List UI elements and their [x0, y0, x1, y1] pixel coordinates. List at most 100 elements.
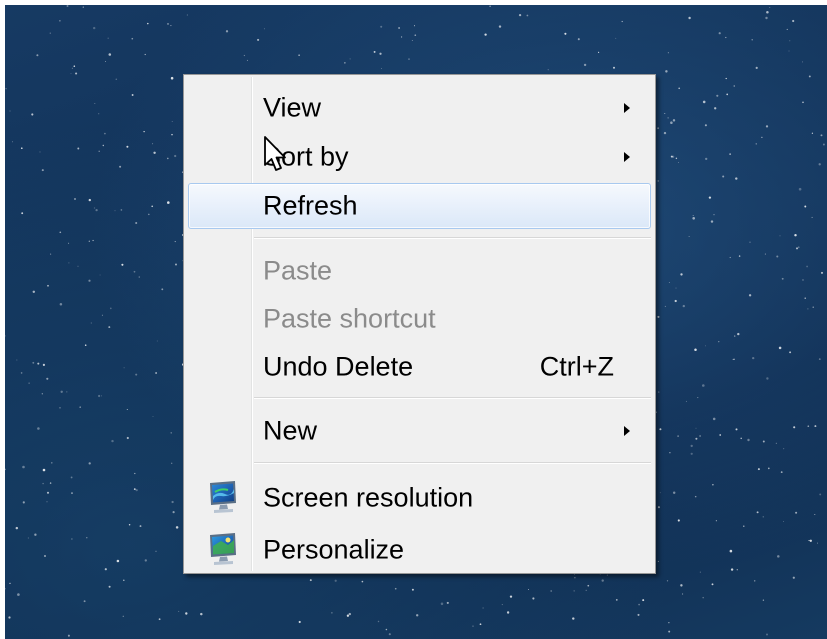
- star-dot: [668, 282, 670, 284]
- star-dot: [712, 484, 714, 486]
- star-dot: [657, 180, 659, 182]
- star-dot: [748, 294, 752, 297]
- menu-item-personalize[interactable]: Personalize: [188, 527, 651, 573]
- star-dot: [702, 596, 704, 599]
- star-dot: [167, 201, 170, 204]
- star-dot: [518, 13, 522, 17]
- star-dot: [718, 341, 720, 343]
- star-dot: [574, 577, 576, 579]
- star-dot: [155, 550, 157, 552]
- star-dot: [5, 335, 6, 337]
- menu-item-screen-resolution[interactable]: Screen resolution: [188, 475, 651, 521]
- star-dot: [101, 314, 103, 316]
- star-dot: [46, 491, 50, 494]
- star-dot: [797, 246, 800, 249]
- star-dot: [547, 69, 549, 71]
- star-dot: [682, 593, 684, 595]
- submenu-arrow-icon: [624, 103, 630, 113]
- star-dot: [615, 37, 617, 39]
- star-dot: [722, 175, 725, 178]
- star-dot: [775, 442, 777, 444]
- star-dot: [446, 601, 449, 604]
- star-dot: [66, 391, 68, 393]
- menu-item-label: Sort by: [263, 141, 349, 172]
- star-dot: [171, 500, 174, 504]
- star-dot: [408, 58, 410, 60]
- star-dot: [808, 75, 811, 78]
- star-dot: [779, 235, 781, 237]
- star-dot: [795, 511, 798, 514]
- star-dot: [526, 14, 529, 17]
- star-dot: [705, 157, 708, 161]
- star-dot: [401, 36, 403, 38]
- star-dot: [139, 525, 142, 528]
- star-dot: [678, 87, 681, 90]
- star-dot: [385, 628, 388, 631]
- star-dot: [41, 169, 44, 172]
- desktop-background[interactable]: View Sort by Refresh Paste Paste shortcu…: [5, 5, 827, 639]
- star-dot: [755, 66, 758, 69]
- star-dot: [20, 147, 23, 150]
- star-dot: [638, 603, 640, 606]
- star-dot: [93, 26, 96, 30]
- star-dot: [263, 28, 265, 30]
- star-dot: [752, 356, 755, 360]
- star-dot: [170, 25, 172, 27]
- menu-item-paste[interactable]: Paste: [188, 248, 651, 294]
- star-dot: [411, 40, 413, 41]
- star-dot: [670, 155, 673, 158]
- star-dot: [105, 61, 106, 62]
- star-dot: [719, 434, 722, 436]
- star-dot: [68, 242, 70, 244]
- star-dot: [186, 14, 188, 16]
- star-dot: [820, 134, 823, 137]
- menu-item-new[interactable]: New: [188, 408, 651, 454]
- menu-item-paste-shortcut[interactable]: Paste shortcut: [188, 296, 651, 342]
- keyboard-shortcut-label: Ctrl+Z: [539, 351, 614, 382]
- star-dot: [694, 348, 697, 352]
- star-dot: [31, 113, 34, 116]
- star-dot: [344, 62, 346, 64]
- personalize-icon: [210, 533, 236, 565]
- star-dot: [126, 436, 129, 440]
- star-dot: [17, 593, 20, 596]
- star-dot: [175, 526, 179, 529]
- star-dot: [104, 132, 106, 135]
- submenu-arrow-icon: [624, 152, 630, 162]
- star-dot: [131, 37, 134, 40]
- star-dot: [736, 569, 738, 571]
- star-dot: [747, 438, 750, 442]
- star-dot: [170, 76, 174, 80]
- star-dot: [82, 6, 84, 8]
- star-dot: [695, 427, 697, 429]
- star-dot: [694, 495, 697, 498]
- star-dot: [49, 482, 52, 484]
- star-dot: [95, 208, 98, 212]
- star-dot: [762, 516, 764, 518]
- star-dot: [573, 590, 575, 592]
- menu-item-refresh[interactable]: Refresh: [188, 183, 651, 229]
- star-dot: [794, 233, 797, 237]
- star-dot: [5, 588, 6, 590]
- star-dot: [50, 253, 52, 255]
- star-dot: [793, 426, 796, 429]
- star-dot: [783, 448, 785, 450]
- star-dot: [621, 20, 623, 23]
- star-dot: [108, 326, 111, 329]
- star-dot: [131, 94, 134, 96]
- star-dot: [705, 345, 706, 347]
- star-dot: [98, 113, 100, 115]
- star-dot: [675, 287, 677, 289]
- menu-item-view[interactable]: View: [188, 85, 651, 131]
- menu-item-undo-delete[interactable]: Undo Delete Ctrl+Z: [188, 344, 651, 390]
- star-dot: [77, 147, 80, 150]
- star-dot: [688, 16, 691, 20]
- star-dot: [102, 144, 105, 147]
- menu-separator: [254, 462, 651, 464]
- screen-resolution-icon: [210, 481, 236, 513]
- star-dot: [795, 247, 799, 250]
- star-dot: [753, 580, 756, 582]
- star-dot: [144, 53, 146, 56]
- menu-item-sort-by[interactable]: Sort by: [188, 134, 651, 180]
- star-dot: [70, 73, 72, 75]
